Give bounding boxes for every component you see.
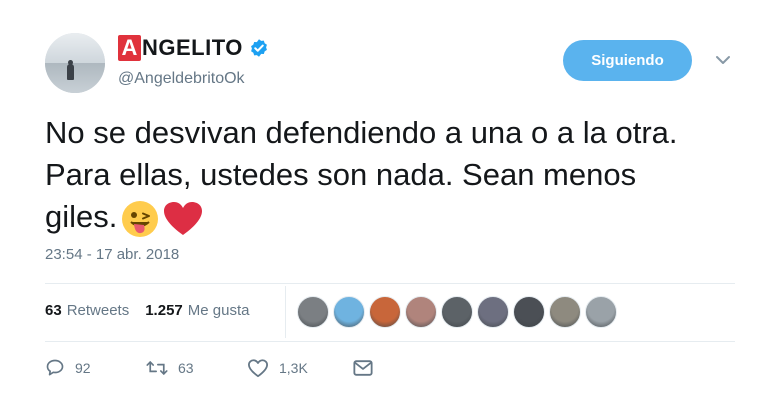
chevron-down-icon[interactable] xyxy=(713,52,733,68)
reply-count: 92 xyxy=(75,360,91,376)
tweet-text-line: giles. xyxy=(45,199,118,234)
reply-icon xyxy=(46,359,64,376)
heart-icon xyxy=(248,359,269,378)
envelope-icon xyxy=(353,360,373,376)
avatar[interactable] xyxy=(45,33,105,93)
liker-avatar[interactable] xyxy=(585,296,617,328)
retweets-label[interactable]: Retweets xyxy=(67,302,130,319)
divider xyxy=(45,283,735,284)
liker-avatar[interactable] xyxy=(405,296,437,328)
display-name[interactable]: A NGELITO xyxy=(118,33,269,63)
liker-avatar[interactable] xyxy=(477,296,509,328)
display-name-initial: A xyxy=(118,35,141,61)
following-button[interactable]: Siguiendo xyxy=(563,40,692,81)
red-heart-emoji xyxy=(164,201,203,235)
verified-badge-icon xyxy=(250,39,267,57)
liker-avatar[interactable] xyxy=(369,296,401,328)
avatar-ground xyxy=(45,63,105,93)
username-handle[interactable]: @AngeldebritoOk xyxy=(118,70,245,88)
liker-avatar[interactable] xyxy=(441,296,473,328)
display-name-rest: NGELITO xyxy=(142,35,243,60)
stats-separator xyxy=(285,286,286,338)
like-button[interactable]: 1,3K xyxy=(247,358,353,378)
like-count: 1,3K xyxy=(279,360,308,376)
tweet-stats: 63 Retweets 1.257 Me gusta xyxy=(45,302,249,319)
divider xyxy=(45,341,735,342)
reply-button[interactable]: 92 xyxy=(45,358,146,378)
liker-avatar[interactable] xyxy=(297,296,329,328)
likes-label[interactable]: Me gusta xyxy=(188,302,250,319)
likes-count[interactable]: 1.257 xyxy=(145,302,183,319)
winking-face-tongue-emoji xyxy=(122,200,159,237)
avatar-person xyxy=(67,64,74,80)
retweet-icon xyxy=(146,361,168,375)
retweet-button[interactable]: 63 xyxy=(146,358,247,378)
liker-avatar[interactable] xyxy=(549,296,581,328)
retweet-count: 63 xyxy=(178,360,194,376)
tweet-text-line: Para ellas, ustedes son nada. Sean menos xyxy=(45,157,637,192)
tweet-text: No se desvivan defendiendo a una o a la … xyxy=(45,112,745,238)
liker-avatar[interactable] xyxy=(333,296,365,328)
direct-message-button[interactable] xyxy=(353,359,383,377)
liker-avatars xyxy=(297,296,621,328)
tweet-timestamp[interactable]: 23:54 - 17 abr. 2018 xyxy=(45,246,179,263)
liker-avatar[interactable] xyxy=(513,296,545,328)
retweets-count[interactable]: 63 xyxy=(45,302,62,319)
tweet-text-line-last: giles. xyxy=(45,196,745,238)
avatar-sky xyxy=(45,33,105,65)
tweet-text-line: No se desvivan defendiendo a una o a la … xyxy=(45,115,678,150)
tweet-actions: 92 63 1,3K xyxy=(45,358,383,378)
